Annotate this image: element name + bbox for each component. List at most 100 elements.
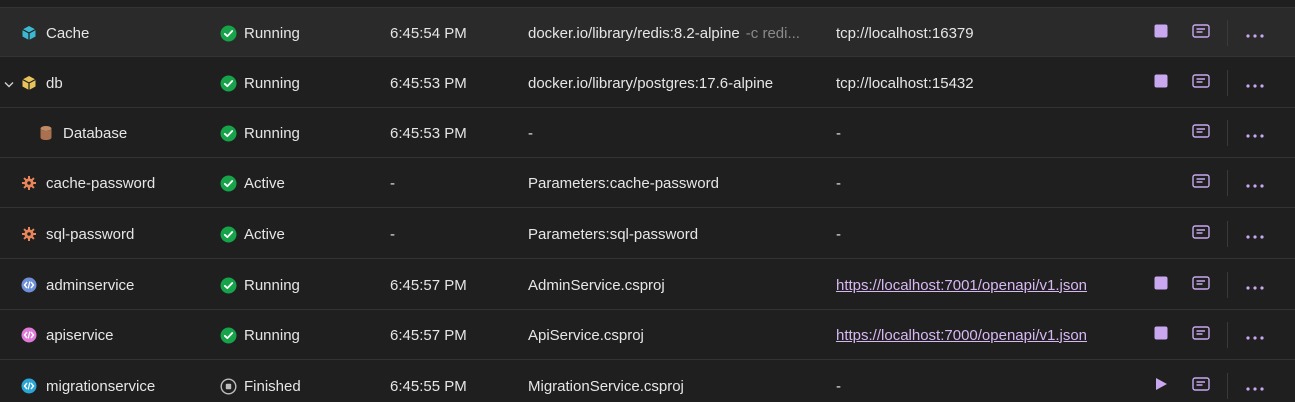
stop-button[interactable]	[1152, 58, 1170, 108]
stop-icon	[1154, 276, 1168, 294]
console-logs-button[interactable]	[1190, 58, 1212, 108]
endpoint-text: -	[836, 174, 841, 192]
more-icon	[1246, 175, 1264, 192]
state-cell: Running	[220, 8, 380, 58]
console-logs-button[interactable]	[1190, 209, 1212, 259]
actions-divider	[1227, 322, 1228, 348]
endpoint-text: tcp://localhost:16379	[836, 24, 974, 42]
state-cell: Active	[220, 209, 380, 259]
console-logs-icon	[1192, 276, 1210, 294]
console-logs-button[interactable]	[1190, 260, 1212, 310]
start-time: -	[390, 174, 395, 192]
start-button[interactable]	[1152, 361, 1170, 402]
more-actions-button[interactable]	[1243, 209, 1267, 259]
actions-divider	[1227, 70, 1228, 96]
start-time: 6:45:57 PM	[390, 276, 467, 294]
check-circle-icon	[220, 25, 237, 42]
name-cell: Database	[0, 108, 210, 158]
state-cell: Running	[220, 108, 380, 158]
start-time: 6:45:55 PM	[390, 377, 467, 395]
url-cell: https://localhost:7000/openapi/v1.json	[836, 310, 1136, 360]
check-circle-icon	[220, 277, 237, 294]
resource-name[interactable]: cache-password	[46, 175, 155, 192]
resource-row-cache-password[interactable]: cache-password Active - Parameters:cache…	[0, 158, 1295, 208]
more-actions-button[interactable]	[1243, 260, 1267, 310]
actions-divider	[1227, 272, 1228, 298]
resource-name[interactable]: adminservice	[46, 277, 134, 294]
state-cell: Running	[220, 58, 380, 108]
console-logs-button[interactable]	[1190, 310, 1212, 360]
resource-name[interactable]: migrationservice	[46, 378, 155, 395]
stop-button[interactable]	[1152, 8, 1170, 58]
source-cell: docker.io/library/redis:8.2-alpine -c red…	[528, 8, 816, 58]
name-cell: sql-password	[0, 209, 210, 259]
state-text: Running	[244, 326, 300, 344]
resource-row-adminservice[interactable]: adminservice Running 6:45:57 PM AdminSer…	[0, 260, 1295, 310]
resources-grid: Cache Running 6:45:54 PM docker.io/libra…	[0, 0, 1295, 402]
resource-row-apiservice[interactable]: apiservice Running 6:45:57 PM ApiService…	[0, 310, 1295, 360]
console-logs-icon	[1192, 225, 1210, 243]
state-text: Active	[244, 174, 285, 192]
resource-name[interactable]: db	[46, 75, 63, 92]
url-cell: https://localhost:7001/openapi/v1.json	[836, 260, 1136, 310]
check-circle-icon	[220, 327, 237, 344]
more-actions-button[interactable]	[1243, 310, 1267, 360]
state-text: Running	[244, 276, 300, 294]
state-cell: Active	[220, 158, 380, 208]
resource-row-migrationservice[interactable]: migrationservice Finished 6:45:55 PM Mig…	[0, 361, 1295, 402]
console-logs-icon	[1192, 326, 1210, 344]
stop-button[interactable]	[1152, 260, 1170, 310]
console-logs-button[interactable]	[1190, 108, 1212, 158]
project-icon	[21, 277, 37, 293]
url-cell: -	[836, 361, 1136, 402]
name-cell: migrationservice	[0, 361, 210, 402]
console-logs-icon	[1192, 24, 1210, 42]
console-logs-icon	[1192, 377, 1210, 395]
console-logs-button[interactable]	[1190, 158, 1212, 208]
endpoint-link[interactable]: https://localhost:7001/openapi/v1.json	[836, 277, 1087, 294]
console-logs-button[interactable]	[1190, 361, 1212, 402]
more-actions-button[interactable]	[1243, 58, 1267, 108]
actions-divider	[1227, 120, 1228, 146]
resource-name[interactable]: apiservice	[46, 327, 114, 344]
state-text: Running	[244, 24, 300, 42]
endpoint-link[interactable]: https://localhost:7000/openapi/v1.json	[836, 327, 1087, 344]
resource-row-sql-password[interactable]: sql-password Active - Parameters:sql-pas…	[0, 209, 1295, 259]
state-text: Finished	[244, 377, 301, 395]
database-icon	[38, 125, 54, 141]
actions-divider	[1227, 20, 1228, 46]
project-icon	[21, 378, 37, 394]
resource-row-cache[interactable]: Cache Running 6:45:54 PM docker.io/libra…	[0, 7, 1295, 57]
url-cell: tcp://localhost:15432	[836, 58, 1136, 108]
source-cell: ApiService.csproj	[528, 310, 816, 360]
actions-divider	[1227, 221, 1228, 247]
stop-button[interactable]	[1152, 310, 1170, 360]
source-args: -c redi...	[745, 24, 800, 42]
stop-icon	[1154, 74, 1168, 92]
play-icon	[1154, 377, 1168, 395]
source-text: ApiService.csproj	[528, 326, 644, 344]
source-cell: MigrationService.csproj	[528, 361, 816, 402]
resource-row-database[interactable]: Database Running 6:45:53 PM - -	[0, 108, 1295, 158]
console-logs-button[interactable]	[1190, 8, 1212, 58]
state-cell: Running	[220, 260, 380, 310]
resource-row-db[interactable]: db Running 6:45:53 PM docker.io/library/…	[0, 58, 1295, 108]
start-time: 6:45:54 PM	[390, 24, 467, 42]
more-actions-button[interactable]	[1243, 8, 1267, 58]
resource-name[interactable]: Database	[63, 125, 127, 142]
check-circle-icon	[220, 226, 237, 243]
state-text: Running	[244, 124, 300, 142]
start-time: -	[390, 225, 395, 243]
more-icon	[1246, 25, 1264, 42]
more-actions-button[interactable]	[1243, 158, 1267, 208]
container-icon	[21, 25, 37, 41]
more-actions-button[interactable]	[1243, 361, 1267, 402]
source-text: -	[528, 124, 533, 142]
endpoint-text: tcp://localhost:15432	[836, 74, 974, 92]
resource-name[interactable]: sql-password	[46, 226, 134, 243]
endpoint-text: -	[836, 124, 841, 142]
more-actions-button[interactable]	[1243, 108, 1267, 158]
endpoint-text: -	[836, 377, 841, 395]
source-text: docker.io/library/postgres:17.6-alpine	[528, 74, 774, 92]
resource-name[interactable]: Cache	[46, 25, 89, 42]
